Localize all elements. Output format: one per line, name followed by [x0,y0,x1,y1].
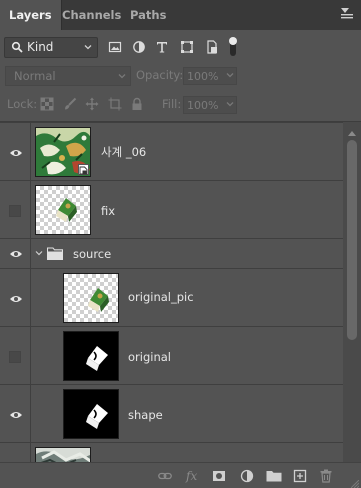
lock-position-icon[interactable] [85,97,99,111]
panel-menu-icon[interactable] [339,6,355,20]
layers-bottom-bar: fx [0,462,361,488]
opacity-label: Opacity: [136,68,184,82]
tab-paths[interactable]: Paths [121,0,175,30]
visibility-cell[interactable] [0,123,31,180]
image-filter-icon[interactable] [108,40,122,54]
layer-row[interactable]: original [0,326,343,384]
layer-row[interactable]: fix [0,180,343,238]
panel-tab-bar: Layers Channels Paths [0,0,361,30]
visibility-cell[interactable] [0,327,31,384]
chevron-down-icon [225,70,235,83]
chevron-down-icon[interactable] [34,248,44,261]
scroll-up-icon[interactable] [348,126,356,139]
type-filter-icon[interactable] [155,40,169,54]
layer-name[interactable]: fix [101,204,115,218]
layer-row[interactable]: original_pic [0,268,343,326]
opacity-value: 100% [187,70,219,83]
filter-toggle-switch[interactable] [229,37,237,56]
visibility-cell[interactable] [0,239,31,268]
layers-list: 사계 _06 fix source original_pic original … [0,122,343,462]
layer-thumbnail[interactable] [35,127,91,177]
adjustment-filter-icon[interactable] [132,40,146,54]
svg-text:fx: fx [185,469,197,483]
smart-object-badge-icon [78,164,89,175]
layers-scrollbar[interactable] [343,122,361,462]
layer-thumbnail[interactable] [35,447,91,462]
blend-mode-select[interactable]: Normal [5,66,131,86]
lock-label: Lock: [7,97,38,111]
chevron-down-icon [83,41,93,55]
layer-row[interactable]: shape [0,384,343,442]
layer-name[interactable]: shape [128,408,163,422]
lock-artboard-icon[interactable] [108,97,122,111]
layer-name[interactable]: original [128,350,171,364]
visibility-cell[interactable] [0,269,31,326]
layer-name[interactable]: original_pic [128,290,194,304]
filter-kind-label: Kind [27,40,54,54]
lock-transparent-pixels-icon[interactable] [40,97,54,111]
fill-field[interactable]: 100% [183,96,237,114]
layer-thumbnail[interactable] [63,273,119,323]
search-icon [11,41,23,56]
new-layer-icon[interactable] [293,469,307,483]
visibility-cell[interactable] [0,181,31,238]
blend-mode-label: Normal [14,69,56,83]
filter-kind-select[interactable]: Kind [4,37,98,58]
visibility-cell[interactable] [0,443,31,462]
eye-icon[interactable] [9,148,23,158]
layer-style-icon[interactable]: fx [185,469,199,483]
visibility-cell[interactable] [0,385,31,442]
smart-object-filter-icon[interactable] [205,40,219,54]
scrollbar-thumb[interactable] [347,140,357,340]
fill-label: Fill: [162,97,182,111]
layer-filter-row: Kind [0,36,361,60]
blend-row: Normal Opacity: 100% [0,66,361,88]
layer-thumbnail[interactable] [63,331,119,381]
delete-layer-icon[interactable] [319,469,333,483]
chevron-down-icon [225,99,235,112]
adjustment-layer-icon[interactable] [240,469,254,483]
lock-all-icon[interactable] [130,97,144,111]
layer-mask-icon[interactable] [212,469,226,483]
layer-name[interactable]: 사계 _06 [101,144,146,160]
fill-value: 100% [187,99,219,112]
lock-image-pixels-icon[interactable] [63,97,77,111]
lock-row: Lock: Fill: 100% [0,94,361,116]
group-row[interactable]: source [0,238,343,268]
visibility-toggle-off[interactable] [9,351,21,363]
eye-icon[interactable] [9,294,23,304]
link-layers-icon[interactable] [158,469,172,483]
tab-channels[interactable]: Channels [53,0,130,30]
folder-icon [46,247,64,263]
layer-row[interactable]: 사계 _06 [0,122,343,180]
eye-icon[interactable] [9,249,23,259]
layer-thumbnail[interactable] [35,185,91,235]
resize-grip-icon[interactable] [350,478,360,488]
group-name[interactable]: source [73,247,111,261]
layer-row[interactable] [0,442,343,462]
opacity-field[interactable]: 100% [183,67,237,85]
eye-icon[interactable] [9,410,23,420]
layer-thumbnail[interactable] [63,389,119,439]
chevron-down-icon [117,70,127,84]
visibility-toggle-off[interactable] [9,205,21,217]
new-group-icon[interactable] [266,469,282,483]
shape-filter-icon[interactable] [180,40,194,54]
